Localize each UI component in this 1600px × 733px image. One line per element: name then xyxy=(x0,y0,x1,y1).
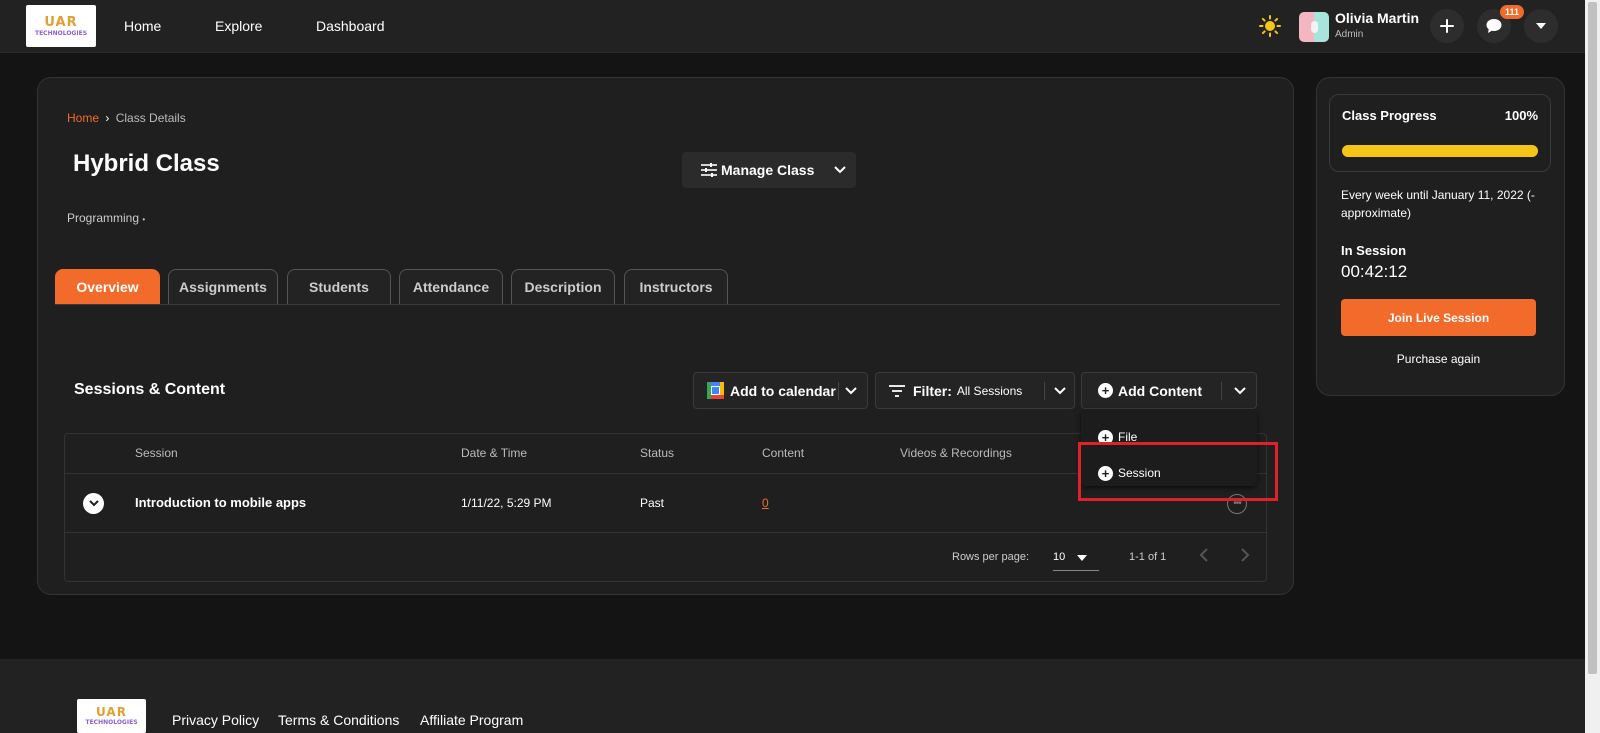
chevron-down-icon xyxy=(88,500,99,507)
add-content-label: Add Content xyxy=(1118,382,1202,399)
company-logo[interactable]: UAR TECHNOLOGIES xyxy=(26,5,96,47)
rows-per-page-label: Rows per page: xyxy=(952,551,1030,563)
account-menu-button[interactable] xyxy=(1524,9,1558,43)
chevron-down-icon[interactable] xyxy=(1234,387,1246,395)
column-header-session[interactable]: Session xyxy=(135,446,178,460)
add-to-calendar-label: Add to calendar xyxy=(730,382,836,399)
nav-explore[interactable]: Explore xyxy=(215,18,262,34)
plus-circle-icon: + xyxy=(1098,429,1113,445)
nav-dashboard[interactable]: Dashboard xyxy=(316,18,385,34)
tab-overview[interactable]: Overview xyxy=(55,269,160,304)
manage-class-button[interactable]: Manage Class xyxy=(682,152,856,188)
schedule-text: Every week until January 11, 2022 (- app… xyxy=(1341,188,1535,220)
subject-label: Programming xyxy=(67,211,140,225)
session-timer: 00:42:12 xyxy=(1341,262,1408,281)
filter-label: Filter: xyxy=(913,382,952,399)
plus-icon xyxy=(1440,19,1454,33)
sun-icon[interactable] xyxy=(1259,15,1281,37)
column-header-status[interactable]: Status xyxy=(640,446,674,460)
page-title: Hybrid Class xyxy=(73,150,220,177)
tab-students[interactable]: Students xyxy=(287,269,391,304)
pagination-range: 1-1 of 1 xyxy=(1129,551,1167,563)
rows-per-page-value: 10 xyxy=(1053,551,1066,563)
filter-value: All Sessions xyxy=(956,383,1023,398)
rows-per-page-select[interactable]: 10 xyxy=(1053,544,1099,571)
chat-bubble-icon xyxy=(1486,19,1502,33)
sessions-heading: Sessions & Content xyxy=(74,381,226,398)
menu-item-file-label: File xyxy=(1118,430,1138,444)
tab-instructors[interactable]: Instructors xyxy=(624,269,728,304)
footer-link-terms[interactable]: Terms & Conditions xyxy=(278,712,399,728)
plus-circle-icon: + xyxy=(1098,383,1113,398)
avatar[interactable] xyxy=(1299,12,1329,42)
breadcrumb-separator-icon: › xyxy=(105,111,110,125)
class-subject: Programming • xyxy=(67,211,145,225)
menu-item-file[interactable]: + File xyxy=(1098,427,1137,447)
expand-row-button[interactable] xyxy=(83,493,104,514)
plus-circle-icon: + xyxy=(1098,465,1113,481)
scrollbar-thumb[interactable] xyxy=(1588,2,1597,674)
live-status-label: In Session xyxy=(1341,243,1407,258)
progress-label: Class Progress xyxy=(1342,108,1437,123)
add-content-button[interactable]: + Add Content xyxy=(1081,372,1257,409)
breadcrumb: Home › Class Details xyxy=(67,111,186,125)
more-options-icon[interactable]: ••• xyxy=(1227,494,1247,514)
tab-description[interactable]: Description xyxy=(511,269,615,304)
notification-badge: 111 xyxy=(1500,5,1525,19)
nav-home[interactable]: Home xyxy=(124,18,161,34)
breadcrumb-current: Class Details xyxy=(115,111,186,125)
top-navbar: UAR TECHNOLOGIES Home Explore Dashboard … xyxy=(0,0,1585,53)
footer-logo-text: UAR xyxy=(96,705,127,719)
user-role: Admin xyxy=(1335,29,1364,40)
add-content-menu: + File + Session xyxy=(1081,410,1257,486)
caret-down-icon xyxy=(1077,555,1087,561)
next-page-icon[interactable] xyxy=(1240,548,1250,562)
session-status: Past xyxy=(640,496,665,510)
footer-logo[interactable]: UAR TECHNOLOGIES xyxy=(77,699,146,733)
purchase-again-link[interactable]: Purchase again xyxy=(1341,352,1536,366)
sliders-icon xyxy=(701,163,717,177)
session-datetime: 1/11/22, 5:29 PM xyxy=(461,496,552,510)
session-name[interactable]: Introduction to mobile apps xyxy=(135,495,306,510)
add-button[interactable] xyxy=(1430,9,1464,43)
chevron-down-icon[interactable] xyxy=(845,387,857,395)
footer-logo-subtext: TECHNOLOGIES xyxy=(85,719,138,726)
previous-page-icon[interactable] xyxy=(1199,548,1209,562)
chevron-down-icon xyxy=(1536,23,1546,29)
chevron-down-icon[interactable] xyxy=(834,166,847,174)
logo-subtext: TECHNOLOGIES xyxy=(34,29,88,37)
chevron-down-icon[interactable] xyxy=(1054,387,1066,395)
column-header-videos[interactable]: Videos & Recordings xyxy=(900,446,1012,460)
tab-assignments[interactable]: Assignments xyxy=(168,269,278,304)
filter-sessions-dropdown[interactable]: Filter: All Sessions xyxy=(875,372,1075,409)
join-live-session-button[interactable]: Join Live Session xyxy=(1341,299,1536,336)
filter-icon xyxy=(889,384,905,397)
add-to-calendar-button[interactable]: Add to calendar xyxy=(693,372,868,409)
tab-attendance[interactable]: Attendance xyxy=(399,269,503,304)
breadcrumb-home[interactable]: Home xyxy=(67,111,99,125)
row-divider xyxy=(65,532,1266,533)
manage-class-label: Manage Class xyxy=(721,162,815,178)
user-name[interactable]: Olivia Martin xyxy=(1335,10,1419,26)
progress-bar-track xyxy=(1342,145,1538,157)
menu-item-session[interactable]: + Session xyxy=(1098,463,1161,483)
page-scrollbar[interactable] xyxy=(1585,0,1600,733)
column-header-datetime[interactable]: Date & Time xyxy=(461,446,527,460)
column-header-content[interactable]: Content xyxy=(762,446,804,460)
footer-link-affiliate[interactable]: Affiliate Program xyxy=(420,712,523,728)
progress-percent: 100% xyxy=(1504,108,1538,123)
class-progress-box: Class Progress 100% xyxy=(1329,94,1551,172)
progress-bar-fill xyxy=(1342,145,1538,157)
tabs-divider xyxy=(55,304,1280,305)
google-calendar-icon xyxy=(707,382,724,399)
menu-item-session-label: Session xyxy=(1118,466,1161,480)
session-content-link[interactable]: 0 xyxy=(762,496,769,510)
subject-dot: • xyxy=(142,215,146,224)
footer-link-privacy[interactable]: Privacy Policy xyxy=(172,712,259,728)
logo-text: UAR xyxy=(44,14,78,30)
